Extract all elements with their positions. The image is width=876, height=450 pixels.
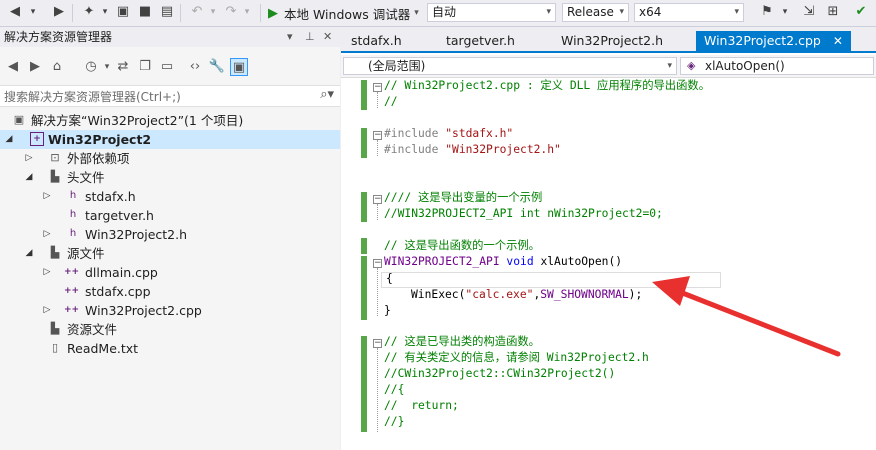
annotation-arrow-icon [652, 276, 841, 357]
